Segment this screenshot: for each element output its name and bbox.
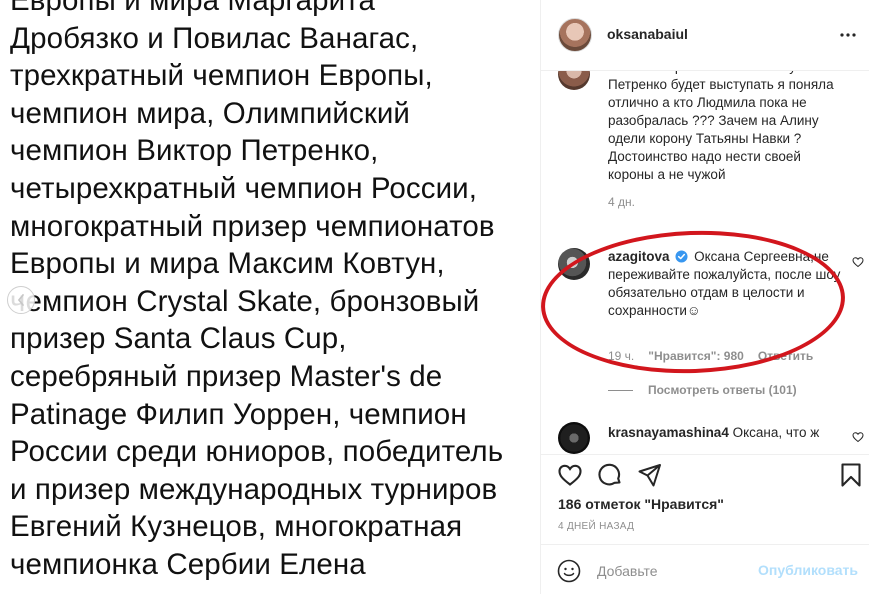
post-image-text-line: Евгений Кузнецов, многократная [10, 510, 463, 544]
replies-divider [608, 389, 633, 391]
emoji-smiley-icon[interactable] [557, 559, 581, 583]
post-image-text-line: Patinage Филип Уоррен, чемпион [10, 397, 467, 431]
post-date[interactable]: 4 ДНЕЙ НАЗАД [558, 521, 634, 532]
post-image-text-line: Европы и мира Маргарита [10, 0, 375, 17]
post-like-count[interactable]: 186 отметок "Нравится" [558, 496, 724, 512]
post-image-text-line: Европы и мира Максим Ковтун, [10, 247, 445, 281]
comment-body: krasnayamashina4 Оксана, что ж [608, 424, 833, 442]
publish-button[interactable]: Опубликовать [758, 562, 858, 578]
post-image-text-line: серебряный призер Master's de [10, 359, 443, 393]
add-comment-bar: Опубликовать [541, 544, 869, 594]
comment-text: такая интересная ? Что в шоу Навки Петре… [608, 71, 838, 182]
post-side-panel: oksanabaiul такая интересная ? Что в шоу… [540, 0, 869, 594]
post-actions: 186 отметок "Нравится" 4 ДНЕЙ НАЗАД [541, 454, 869, 544]
bookmark-icon[interactable] [838, 462, 864, 488]
comment-item: krasnayamashina4 Оксана, что ж [541, 417, 869, 454]
view-replies-label: Посмотреть ответы (101) [648, 383, 797, 397]
comment-text: Оксана, что ж [732, 425, 820, 440]
commenter-avatar[interactable] [558, 71, 590, 90]
chevron-left-icon [17, 294, 24, 306]
comment-time[interactable]: 4 дн. [608, 195, 635, 209]
post-image-text-line: призер Santa Claus Cup, [10, 322, 347, 356]
like-heart-icon[interactable] [557, 462, 583, 488]
previous-slide-button[interactable] [7, 286, 35, 314]
comment-item: такая интересная ? Что в шоу Навки Петре… [541, 71, 869, 228]
comment-meta: 4 дн. [608, 195, 635, 209]
post-image-text-line: Дробязко и Повилас Ванагас, [10, 21, 419, 55]
post-image-text-line: чемпион мира, Олимпийский [10, 96, 411, 130]
post-image-text-line: и призер международных турниров [10, 472, 498, 506]
post-header: oksanabaiul [541, 0, 869, 71]
post-image-text-line: чемпионка Сербии Елена [10, 547, 366, 581]
post-image-text-line: чемпион Crystal Skate, бронзовый [10, 284, 480, 318]
share-paper-plane-icon[interactable] [637, 462, 663, 488]
commenter-avatar[interactable] [558, 422, 590, 454]
post-image-text-line: чемпион Виктор Петренко, [10, 134, 379, 168]
post-image-text-line: четырехкратный чемпион России, [10, 171, 478, 205]
post-image-text: Европы и мира Маргарита Дробязко и Повила… [10, 0, 535, 584]
post-image-text-line: трехкратный чемпион Европы, [10, 59, 433, 93]
author-avatar[interactable] [558, 18, 592, 52]
like-comment-heart-icon[interactable] [852, 256, 864, 268]
post-image: Европы и мира Маргарита Дробязко и Повила… [0, 0, 540, 594]
commenter-username[interactable]: krasnayamashina4 [608, 425, 729, 440]
like-comment-heart-icon[interactable] [852, 431, 864, 443]
comment-input[interactable] [597, 559, 777, 583]
post-image-text-line: многократный призер чемпионатов [10, 209, 495, 243]
post-image-text-line: России среди юниоров, победитель [10, 435, 504, 469]
comments-list[interactable]: такая интересная ? Что в шоу Навки Петре… [541, 71, 869, 454]
more-options-icon[interactable] [838, 26, 858, 44]
view-replies-button[interactable]: Посмотреть ответы (101) [608, 383, 797, 397]
author-username[interactable]: oksanabaiul [607, 26, 688, 42]
comment-bubble-icon[interactable] [597, 462, 623, 488]
